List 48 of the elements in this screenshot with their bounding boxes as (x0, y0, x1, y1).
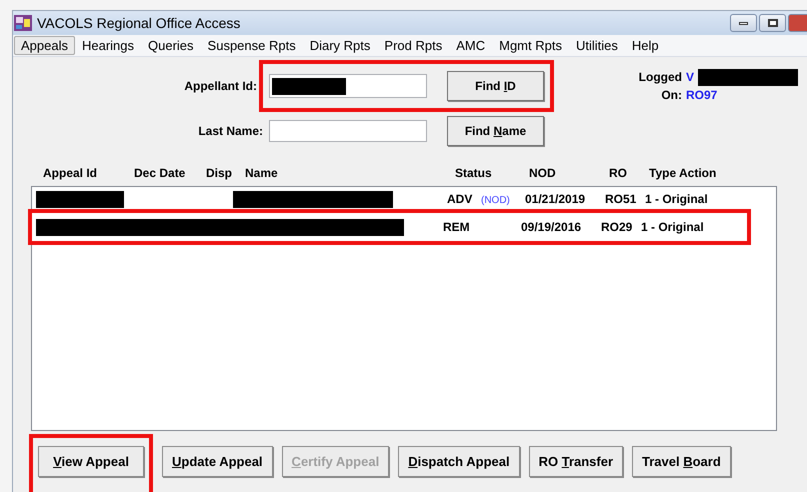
table-cell-text: ADV (447, 191, 474, 208)
column-header: Status (455, 165, 493, 182)
menu-item[interactable]: Appeals (14, 36, 75, 55)
table-cell-text: RO51 (605, 191, 638, 208)
find-name-button[interactable]: Find Name (447, 116, 544, 146)
appellant-id-field[interactable] (269, 74, 427, 98)
column-header: Dec Date (134, 165, 186, 182)
last-name-field[interactable] (269, 120, 427, 142)
appeal-row[interactable]: REM 09/19/2016 RO29 1 - Original (32, 218, 747, 236)
field-label: Last Name: (197, 123, 264, 140)
column-header: NOD (529, 165, 557, 182)
action-button[interactable]: Update Appeal (162, 446, 273, 477)
column-header: Type Action (649, 165, 718, 182)
logged-label: Logged (638, 69, 682, 86)
action-button[interactable]: Travel Board (632, 446, 731, 477)
action-button[interactable]: View Appeal (38, 446, 144, 477)
table-cell-text: REM (443, 219, 471, 236)
office-code: RO97 (686, 87, 718, 104)
minimize-button[interactable] (730, 14, 757, 32)
on-label: On: (660, 87, 682, 104)
appeal-row[interactable]: ADV (NOD) 01/21/2019 RO51 1 - Original (32, 190, 776, 208)
menu-item[interactable]: Queries (141, 36, 201, 55)
menu-item[interactable]: Prod Rpts (377, 36, 450, 55)
menu-item[interactable]: AMC (449, 36, 492, 55)
app-icon (14, 15, 32, 31)
field-label: Appellant Id: (183, 78, 258, 95)
action-button[interactable]: RO Transfer (528, 446, 624, 477)
status-tag: (NOD) (481, 195, 510, 206)
column-header: Disp (206, 165, 234, 182)
table-cell-text: 1 - Original (645, 191, 708, 208)
table-cell-text: 1 - Original (641, 219, 704, 236)
menu-item[interactable]: Suspense Rpts (200, 36, 303, 55)
action-button[interactable]: Dispatch Appeal (398, 446, 520, 477)
menu-item[interactable]: Diary Rpts (302, 36, 378, 55)
column-header: Appeal Id (43, 165, 98, 182)
table-cell-text: 09/19/2016 (521, 219, 582, 236)
menu-item[interactable]: Hearings (74, 36, 142, 55)
table-cell-text: RO29 (601, 219, 634, 236)
menu-item[interactable]: Help (624, 36, 666, 55)
table-cell-text: 01/21/2019 (525, 191, 586, 208)
maximize-button[interactable] (759, 14, 786, 32)
menu-item[interactable]: Mgmt Rpts (492, 36, 569, 55)
find-id-button[interactable]: Find ID (447, 71, 544, 101)
menu-item[interactable]: Utilities (568, 36, 625, 55)
window-title: VACOLS Regional Office Access (37, 14, 240, 33)
column-header: Name (245, 165, 279, 182)
user-name: V (686, 69, 694, 86)
column-header: RO (609, 165, 628, 182)
